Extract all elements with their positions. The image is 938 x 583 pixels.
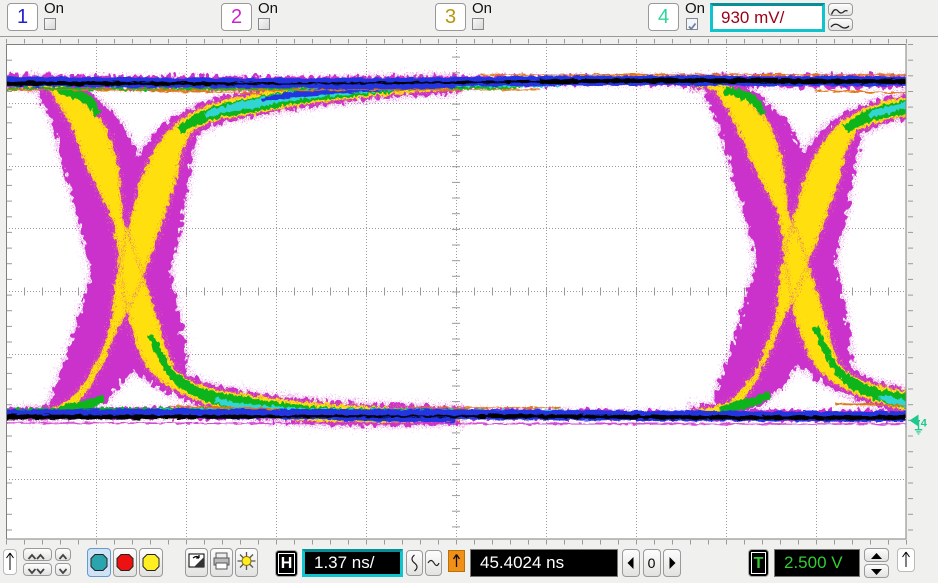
svg-text:4: 4 bbox=[921, 418, 928, 430]
